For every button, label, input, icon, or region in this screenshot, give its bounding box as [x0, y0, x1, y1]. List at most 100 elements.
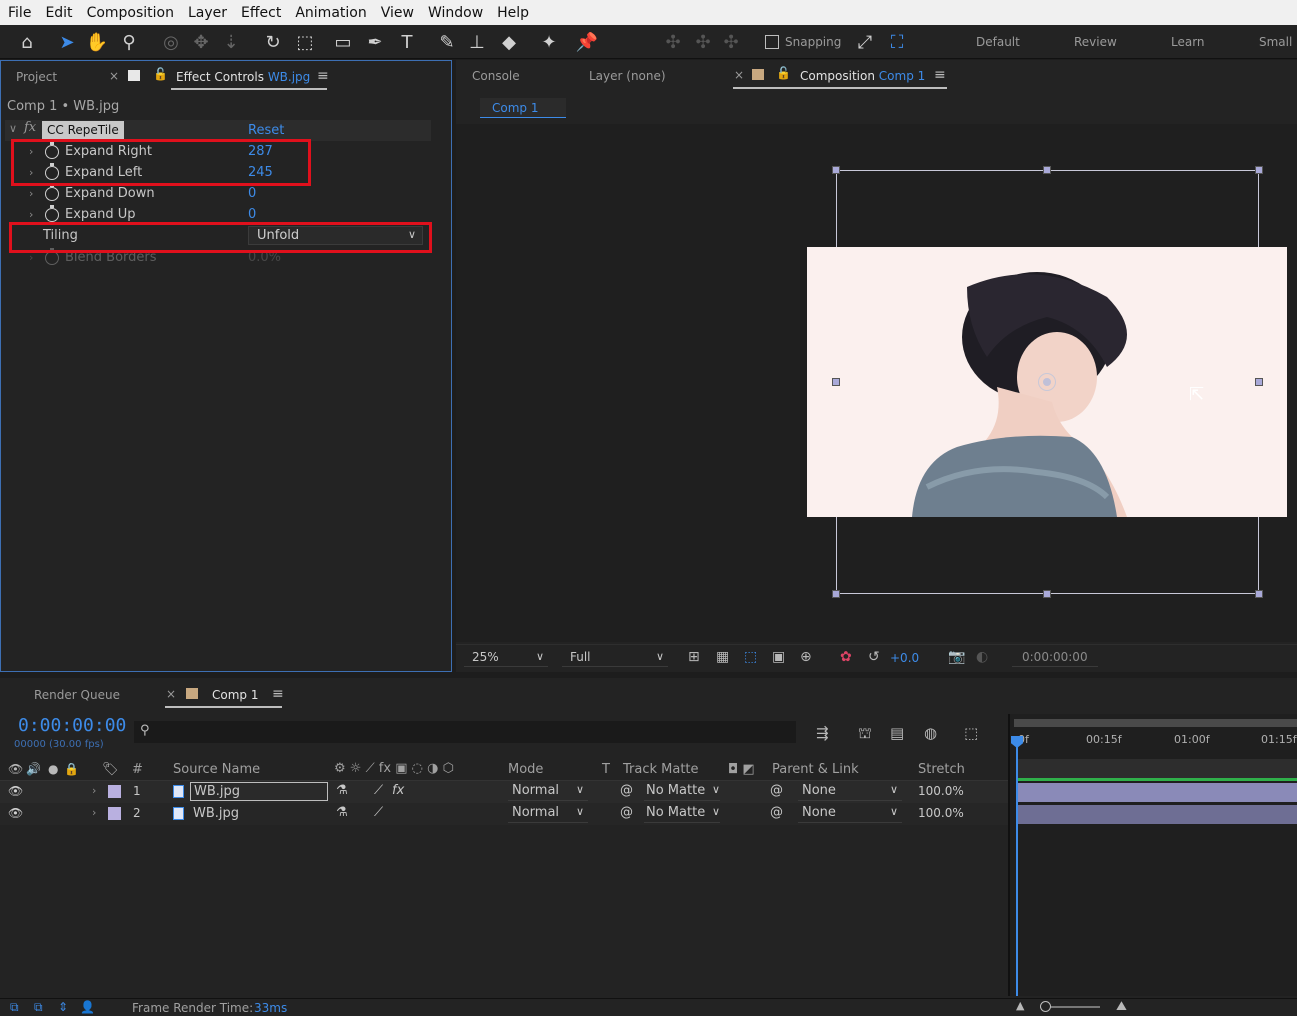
transform-handle[interactable]: [1255, 378, 1263, 386]
fast-previews-icon[interactable]: ⊞: [688, 649, 700, 665]
layer-row[interactable]: 👁 › 2 WB.jpg ⚗ ⟋ Normal ∨ @ No Matte ∨ @…: [0, 803, 1008, 825]
quality-switch-icon[interactable]: ⟋: [374, 783, 383, 798]
tab-composition[interactable]: Composition Comp 1: [800, 69, 925, 83]
header-stretch[interactable]: Stretch: [918, 762, 965, 777]
stretch-value[interactable]: 100.0%: [918, 784, 964, 798]
close-icon[interactable]: ×: [734, 68, 744, 82]
label-swatch[interactable]: [108, 807, 121, 820]
chevron-right-icon[interactable]: ›: [29, 208, 33, 221]
transparency-grid-icon[interactable]: ▦: [716, 649, 729, 665]
axis-local-icon[interactable]: ✣: [660, 29, 686, 55]
track-matte-dropdown[interactable]: No Matte ∨: [644, 805, 720, 823]
zoom-out-icon[interactable]: ▲: [1016, 999, 1024, 1012]
header-parent-link[interactable]: Parent & Link: [772, 762, 859, 777]
snap-mode-icon[interactable]: ⛶: [884, 29, 910, 55]
brush-tool-icon[interactable]: ✎: [434, 29, 460, 55]
transform-handle[interactable]: [832, 590, 840, 598]
motion-blur-icon[interactable]: ◍: [924, 724, 937, 742]
fx-icon[interactable]: fx: [24, 120, 36, 135]
layer-row[interactable]: 👁 › 1 WB.jpg ⚗ ⟋ fx Normal ∨ @ No Matte …: [0, 781, 1008, 803]
orbit-tool-icon[interactable]: ◎: [158, 29, 184, 55]
hand-tool-icon[interactable]: ✋: [84, 29, 110, 55]
mode-dropdown[interactable]: Normal ∨: [508, 783, 588, 801]
exposure-value[interactable]: +0.0: [890, 651, 919, 665]
menu-edit[interactable]: Edit: [37, 5, 78, 21]
audio-icon[interactable]: 🔊: [26, 762, 41, 776]
zoom-slider-handle[interactable]: [1040, 1001, 1051, 1012]
solo-icon[interactable]: ●: [48, 762, 58, 776]
panel-menu-icon[interactable]: ≡: [272, 686, 284, 702]
parent-dropdown[interactable]: None ∨: [798, 783, 902, 801]
menu-composition[interactable]: Composition: [79, 5, 180, 21]
pan-behind-tool-icon[interactable]: ⬚: [292, 29, 318, 55]
transform-handle[interactable]: [1043, 166, 1051, 174]
close-icon[interactable]: ×: [166, 687, 176, 701]
tab-layer[interactable]: Layer (none): [589, 69, 666, 83]
chevron-right-icon[interactable]: ›: [92, 806, 96, 819]
transform-handle[interactable]: [1255, 166, 1263, 174]
matte-pickwhip-icon[interactable]: @: [620, 783, 633, 798]
graph-editor-icon[interactable]: ⬚: [964, 724, 978, 742]
stopwatch-icon[interactable]: [45, 204, 59, 222]
show-snapshot-icon[interactable]: ◐: [976, 649, 988, 665]
menu-file[interactable]: File: [0, 5, 37, 21]
tab-console[interactable]: Console: [472, 69, 520, 83]
shy-switch-icon[interactable]: ⚗: [336, 783, 348, 798]
chevron-right-icon[interactable]: ›: [92, 784, 96, 797]
shy-switch-icon[interactable]: ⚗: [336, 805, 348, 820]
menu-help[interactable]: Help: [489, 5, 535, 21]
rotate-tool-icon[interactable]: ↻: [260, 29, 286, 55]
menu-effect[interactable]: Effect: [233, 5, 287, 21]
current-time-display[interactable]: 0:00:00:00: [18, 715, 126, 736]
resolution-dropdown[interactable]: Full ∨: [562, 649, 668, 667]
transform-handle[interactable]: [832, 378, 840, 386]
effect-name[interactable]: CC RepeTile: [42, 121, 124, 139]
puppet-pin-tool-icon[interactable]: 📌: [574, 29, 600, 55]
workspace-review[interactable]: Review: [1074, 35, 1117, 49]
home-icon[interactable]: ⌂: [14, 29, 40, 55]
tab-project[interactable]: Project: [16, 70, 57, 84]
work-area-bar[interactable]: [1014, 719, 1297, 727]
param-value[interactable]: 0: [248, 186, 256, 201]
time-graph[interactable]: 0f 00:15f 01:00f 01:15f: [1008, 714, 1297, 996]
workspace-small[interactable]: Small: [1259, 35, 1292, 49]
layer-name[interactable]: WB.jpg: [193, 806, 239, 821]
snapshot-icon[interactable]: 📷: [948, 649, 965, 665]
label-swatch[interactable]: [108, 785, 121, 798]
mask-visibility-icon[interactable]: ⬚: [744, 649, 757, 665]
playhead-handle[interactable]: [1011, 736, 1023, 748]
transform-handle[interactable]: [832, 166, 840, 174]
eraser-tool-icon[interactable]: ◆: [496, 29, 522, 55]
panel-menu-icon[interactable]: ≡: [934, 67, 946, 83]
snapping-checkbox[interactable]: [765, 35, 779, 49]
workspace-default[interactable]: Default: [976, 35, 1020, 49]
pan-tool-icon[interactable]: ✥: [188, 29, 214, 55]
axis-view-icon[interactable]: ✣: [718, 29, 744, 55]
selection-tool-icon[interactable]: ➤: [54, 29, 80, 55]
channels-icon[interactable]: ✿: [840, 649, 852, 665]
panel-menu-icon[interactable]: ≡: [317, 68, 329, 84]
menu-animation[interactable]: Animation: [287, 5, 372, 21]
zoom-tool-icon[interactable]: ⚲: [116, 29, 142, 55]
mode-dropdown[interactable]: Normal ∨: [508, 805, 588, 823]
chevron-down-icon[interactable]: ∨: [9, 122, 17, 135]
snap-options-icon[interactable]: ⤢: [852, 29, 878, 55]
lock-icon[interactable]: 🔓: [776, 66, 791, 80]
layer-search-input[interactable]: ⚲: [134, 721, 796, 743]
tab-comp1[interactable]: Comp 1: [212, 688, 258, 702]
stopwatch-icon[interactable]: [45, 183, 59, 201]
grid-guides-icon[interactable]: ⊕: [800, 649, 812, 665]
layer-bar[interactable]: [1018, 805, 1297, 824]
axis-world-icon[interactable]: ✣: [690, 29, 716, 55]
frame-blending-icon[interactable]: ▤: [890, 724, 904, 742]
parent-pickwhip-icon[interactable]: @: [770, 783, 783, 798]
transfer-controls-icon[interactable]: ⧉: [34, 1000, 43, 1015]
tab-effect-controls[interactable]: Effect Controls WB.jpg: [176, 70, 310, 84]
menu-window[interactable]: Window: [420, 5, 489, 21]
draft-3d-icon[interactable]: ⛫: [858, 724, 872, 744]
zoom-dropdown[interactable]: 25% ∨: [464, 649, 548, 667]
pen-tool-icon[interactable]: ✒: [362, 29, 388, 55]
close-icon[interactable]: ×: [109, 69, 119, 83]
param-value[interactable]: 0: [248, 207, 256, 222]
workspace-learn[interactable]: Learn: [1171, 35, 1205, 49]
